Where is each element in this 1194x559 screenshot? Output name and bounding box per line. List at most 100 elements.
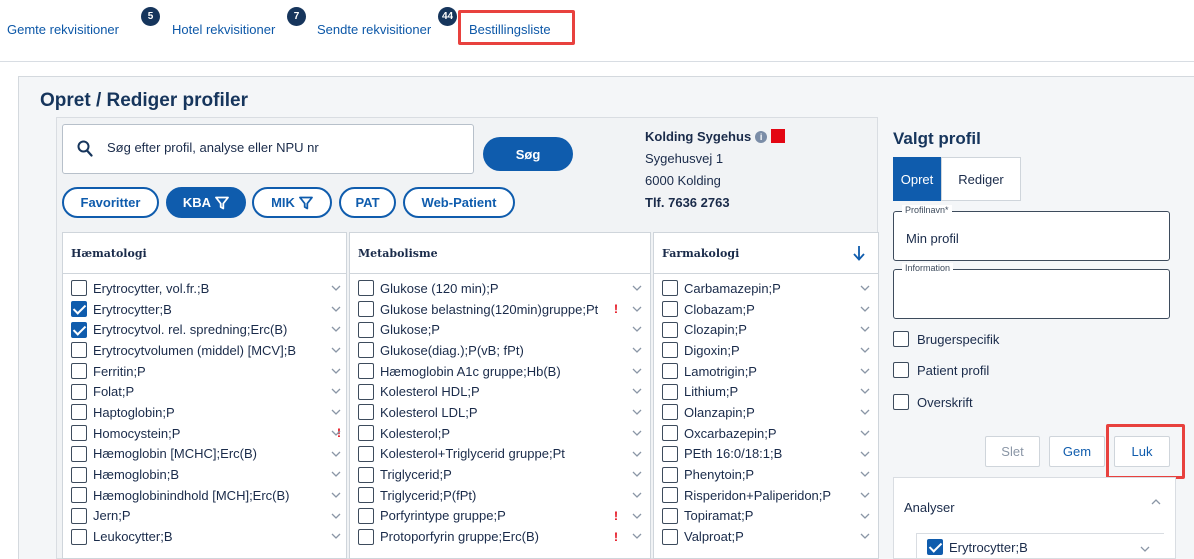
analysis-row[interactable]: Glukose (120 min);P [350, 278, 650, 299]
chevron-down-icon[interactable] [632, 284, 642, 292]
chevron-down-icon[interactable] [860, 305, 870, 313]
analysis-row[interactable]: Erytrocytvolumen (middel) [MCV];B [63, 340, 346, 361]
filter-kba[interactable]: KBA [166, 187, 246, 218]
checkbox[interactable] [71, 363, 87, 380]
checkbox[interactable] [662, 425, 678, 442]
analysis-row[interactable]: Valproat;P [654, 526, 878, 547]
analysis-row[interactable]: Olanzapin;P [654, 402, 878, 423]
analysis-row[interactable]: Hæmoglobin [MCHC];Erc(B) [63, 444, 346, 465]
chevron-down-icon[interactable] [860, 346, 870, 354]
option-brugerspecifik[interactable]: Brugerspecifik [893, 331, 999, 347]
chevron-down-icon[interactable] [632, 367, 642, 375]
chevron-down-icon[interactable] [1140, 545, 1150, 553]
checkbox[interactable] [71, 445, 87, 462]
analysis-row[interactable]: Folat;P [63, 381, 346, 402]
filter-mik[interactable]: MIK [252, 187, 332, 218]
chevron-down-icon[interactable] [860, 325, 870, 333]
analysis-row[interactable]: Carbamazepin;P [654, 278, 878, 299]
chevron-down-icon[interactable] [632, 450, 642, 458]
analysis-row[interactable]: Lithium;P [654, 381, 878, 402]
chevron-down-icon[interactable] [632, 325, 642, 333]
checkbox[interactable] [71, 425, 87, 442]
tab-sendte-rekvisitioner[interactable]: Sendte rekvisitioner [317, 22, 431, 37]
chevron-down-icon[interactable] [331, 346, 341, 354]
analysis-row[interactable]: Erytrocytvol. rel. spredning;Erc(B) [63, 319, 346, 340]
tab-rediger[interactable]: Rediger [941, 157, 1021, 201]
selected-analysis-item[interactable]: Erytrocytter;B [916, 533, 1164, 559]
checkbox[interactable] [662, 466, 678, 483]
chevron-down-icon[interactable] [632, 346, 642, 354]
analysis-row[interactable]: Glukose belastning(120min)gruppe;Pt! [350, 299, 650, 320]
analysis-row[interactable]: Oxcarbazepin;P [654, 423, 878, 444]
analysis-row[interactable]: Erytrocytter, vol.fr.;B [63, 278, 346, 299]
search-input[interactable] [107, 140, 457, 155]
chevron-down-icon[interactable] [860, 512, 870, 520]
analysis-row[interactable]: Erytrocytter;B [63, 299, 346, 320]
chevron-down-icon[interactable] [632, 387, 642, 395]
chevron-down-icon[interactable] [632, 429, 642, 437]
analysis-row[interactable]: Risperidon+Paliperidon;P [654, 485, 878, 506]
chevron-down-icon[interactable] [632, 470, 642, 478]
analysis-row[interactable]: PEth 16:0/18:1;B [654, 444, 878, 465]
chevron-down-icon[interactable] [860, 408, 870, 416]
checkbox[interactable] [71, 466, 87, 483]
profile-name-field[interactable]: Profilnavn* Min profil [893, 205, 1170, 261]
analysis-row[interactable]: Protoporfyrin gruppe;Erc(B)! [350, 526, 650, 547]
checkbox[interactable] [358, 280, 374, 297]
chevron-down-icon[interactable] [632, 512, 642, 520]
option-overskrift[interactable]: Overskrift [893, 394, 973, 410]
chevron-down-icon[interactable] [860, 532, 870, 540]
checkbox[interactable] [893, 362, 909, 378]
checkbox[interactable] [927, 539, 943, 555]
checkbox[interactable] [662, 487, 678, 504]
chevron-down-icon[interactable] [860, 387, 870, 395]
delete-button[interactable]: Slet [985, 436, 1040, 467]
checkbox[interactable] [358, 445, 374, 462]
analysis-row[interactable]: Kolesterol+Triglycerid gruppe;Pt [350, 444, 650, 465]
chevron-down-icon[interactable] [632, 408, 642, 416]
checkbox[interactable] [662, 363, 678, 380]
analysis-row[interactable]: Hæmoglobin;B [63, 464, 346, 485]
checkbox[interactable] [71, 342, 87, 359]
checkbox[interactable] [662, 301, 678, 318]
analysis-row[interactable]: Glukose;P [350, 319, 650, 340]
analysis-row[interactable]: Clozapin;P [654, 319, 878, 340]
chevron-down-icon[interactable] [860, 470, 870, 478]
chevron-down-icon[interactable] [860, 367, 870, 375]
tab-opret[interactable]: Opret [893, 157, 941, 201]
checkbox[interactable] [358, 528, 374, 545]
chevron-down-icon[interactable] [331, 491, 341, 499]
chevron-down-icon[interactable] [632, 305, 642, 313]
chevron-down-icon[interactable] [331, 429, 341, 437]
analysis-row[interactable]: Haptoglobin;P [63, 402, 346, 423]
analysis-row[interactable]: Hæmoglobin A1c gruppe;Hb(B) [350, 361, 650, 382]
arrow-down-icon[interactable] [852, 245, 866, 261]
checkbox[interactable] [893, 394, 909, 410]
checkbox[interactable] [358, 383, 374, 400]
checkbox[interactable] [71, 528, 87, 545]
chevron-down-icon[interactable] [331, 284, 341, 292]
analysis-row[interactable]: Hæmoglobinindhold [MCH];Erc(B) [63, 485, 346, 506]
chevron-down-icon[interactable] [860, 491, 870, 499]
analysis-row[interactable]: Jern;P [63, 506, 346, 527]
save-button[interactable]: Gem [1049, 436, 1105, 467]
checkbox[interactable] [662, 404, 678, 421]
analysis-row[interactable]: Topiramat;P [654, 506, 878, 527]
checkbox[interactable] [662, 445, 678, 462]
chevron-down-icon[interactable] [860, 450, 870, 458]
analysis-row[interactable]: Lamotrigin;P [654, 361, 878, 382]
tab-hotel-rekvisitioner[interactable]: Hotel rekvisitioner [172, 22, 275, 37]
checkbox[interactable] [662, 321, 678, 338]
checkbox[interactable] [358, 321, 374, 338]
analysis-row[interactable]: Leukocytter;B [63, 526, 346, 547]
checkbox[interactable] [358, 507, 374, 524]
analysis-row[interactable]: Phenytoin;P [654, 464, 878, 485]
checkbox[interactable] [662, 280, 678, 297]
chevron-down-icon[interactable] [632, 491, 642, 499]
chevron-down-icon[interactable] [860, 429, 870, 437]
checkbox[interactable] [662, 528, 678, 545]
checkbox[interactable] [358, 466, 374, 483]
checkbox[interactable] [893, 331, 909, 347]
checkbox[interactable] [71, 280, 87, 297]
analysis-row[interactable]: Digoxin;P [654, 340, 878, 361]
